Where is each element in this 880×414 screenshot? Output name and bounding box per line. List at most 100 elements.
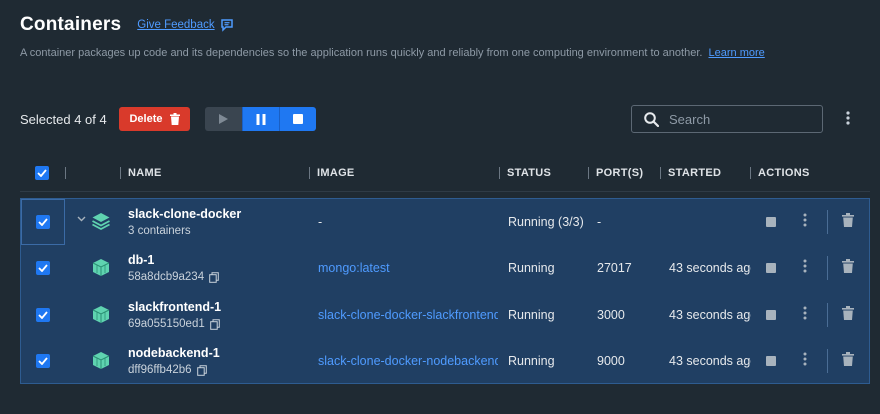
container-name[interactable]: nodebackend-1 — [128, 346, 220, 360]
actions-divider — [827, 210, 828, 234]
container-status: Running — [508, 354, 555, 368]
stop-button[interactable] — [279, 107, 316, 131]
container-status: Running (3/3) — [508, 215, 584, 229]
column-header-started[interactable]: STARTED — [668, 167, 721, 179]
table-row[interactable]: nodebackend-1 dff96ffb42b6 slack-clone-d… — [21, 338, 869, 384]
bulk-toolbar: Selected 4 of 4 Delete — [20, 105, 860, 134]
search-icon — [644, 111, 659, 127]
column-header-image[interactable]: IMAGE — [317, 167, 355, 179]
column-divider[interactable] — [588, 167, 589, 179]
chevron-down-icon[interactable] — [77, 216, 86, 222]
container-image-link[interactable]: mongo:latest — [318, 261, 498, 275]
select-all-checkbox[interactable] — [35, 166, 49, 180]
column-header-ports[interactable]: PORT(S) — [596, 167, 643, 179]
row-checkbox[interactable] — [36, 261, 50, 275]
page-header: Containers Give Feedback — [20, 14, 234, 36]
column-divider[interactable] — [499, 167, 500, 179]
column-divider[interactable] — [660, 167, 661, 179]
give-feedback-label: Give Feedback — [137, 19, 215, 31]
table-row-group[interactable]: slack-clone-docker 3 containers - Runnin… — [21, 199, 869, 245]
learn-more-link[interactable]: Learn more — [709, 47, 765, 59]
actions-divider — [827, 303, 828, 327]
copy-icon[interactable] — [209, 318, 220, 330]
selection-count: Selected 4 of 4 — [20, 112, 107, 127]
column-header-status[interactable]: STATUS — [507, 167, 551, 179]
check-icon — [38, 218, 48, 226]
trash-icon — [169, 113, 180, 125]
container-ports: 27017 — [597, 261, 632, 275]
chat-bubble-icon — [220, 18, 233, 32]
column-header-actions: ACTIONS — [758, 167, 810, 179]
copy-icon[interactable] — [209, 271, 219, 283]
stop-icon[interactable] — [766, 217, 776, 227]
kebab-menu-icon[interactable] — [846, 111, 850, 125]
pause-icon — [256, 113, 266, 125]
kebab-menu-icon[interactable] — [803, 306, 807, 320]
page-title: Containers — [20, 14, 122, 35]
cube-icon — [92, 259, 110, 276]
container-name[interactable]: slackfrontend-1 — [128, 300, 221, 314]
description-text: A container packages up code and its dep… — [20, 47, 703, 59]
row-checkbox[interactable] — [36, 215, 50, 229]
stop-icon[interactable] — [766, 356, 776, 366]
actions-divider — [827, 349, 828, 373]
actions-divider — [827, 256, 828, 280]
container-started: 43 seconds ago — [669, 261, 751, 275]
playback-controls — [205, 107, 316, 131]
container-id: 69a055150ed1 — [128, 318, 205, 330]
page-description: A container packages up code and its dep… — [20, 47, 765, 59]
start-button[interactable] — [205, 107, 242, 131]
column-header-name[interactable]: NAME — [128, 167, 162, 179]
container-ports: 9000 — [597, 354, 625, 368]
table-row[interactable]: slackfrontend-1 69a055150ed1 slack-clone… — [21, 292, 869, 338]
column-divider[interactable] — [750, 167, 751, 179]
container-image: - — [318, 215, 323, 229]
container-id: dff96ffb42b6 — [128, 364, 192, 376]
container-started: 43 seconds ago — [669, 308, 751, 322]
row-checkbox[interactable] — [36, 308, 50, 322]
container-subtitle: 3 containers — [128, 225, 191, 237]
table-body: slack-clone-docker 3 containers - Runnin… — [20, 198, 870, 384]
container-subtitle: 69a055150ed1 — [128, 318, 220, 330]
check-icon — [38, 357, 48, 365]
kebab-menu-icon[interactable] — [803, 352, 807, 366]
stop-icon[interactable] — [766, 310, 776, 320]
cube-icon — [92, 306, 110, 323]
stop-icon — [293, 114, 303, 124]
container-subtitle: dff96ffb42b6 — [128, 364, 207, 376]
search-box[interactable] — [631, 105, 823, 133]
delete-button[interactable]: Delete — [119, 107, 190, 131]
column-divider[interactable] — [65, 167, 66, 179]
delete-label: Delete — [129, 113, 163, 125]
container-status: Running — [508, 308, 555, 322]
container-status: Running — [508, 261, 555, 275]
container-ports: 3000 — [597, 308, 625, 322]
container-name[interactable]: db-1 — [128, 253, 154, 267]
container-name[interactable]: slack-clone-docker — [128, 207, 241, 221]
pause-button[interactable] — [242, 107, 279, 131]
trash-icon[interactable] — [842, 259, 854, 273]
trash-icon[interactable] — [842, 306, 854, 320]
stop-icon[interactable] — [766, 263, 776, 273]
table-row[interactable]: db-1 58a8dcb9a234 mongo:latest Running 2… — [21, 245, 869, 291]
check-icon — [38, 311, 48, 319]
container-started: 43 seconds ago — [669, 354, 751, 368]
copy-icon[interactable] — [196, 364, 207, 376]
container-image-link[interactable]: slack-clone-docker-slackfrontend — [318, 308, 498, 322]
trash-icon[interactable] — [842, 352, 854, 366]
column-divider[interactable] — [309, 167, 310, 179]
cube-icon — [92, 352, 110, 369]
container-count: 3 containers — [128, 225, 191, 237]
kebab-menu-icon[interactable] — [803, 213, 807, 227]
trash-icon[interactable] — [842, 213, 854, 227]
search-input[interactable] — [669, 111, 809, 127]
kebab-menu-icon[interactable] — [803, 259, 807, 273]
check-icon — [37, 169, 47, 177]
give-feedback-link[interactable]: Give Feedback — [137, 18, 233, 32]
table-header: NAME IMAGE STATUS PORT(S) STARTED ACTION… — [20, 156, 870, 192]
row-checkbox[interactable] — [36, 354, 50, 368]
check-icon — [38, 264, 48, 272]
container-image-link[interactable]: slack-clone-docker-nodebackend — [318, 354, 498, 368]
column-divider[interactable] — [120, 167, 121, 179]
container-id: 58a8dcb9a234 — [128, 271, 205, 283]
